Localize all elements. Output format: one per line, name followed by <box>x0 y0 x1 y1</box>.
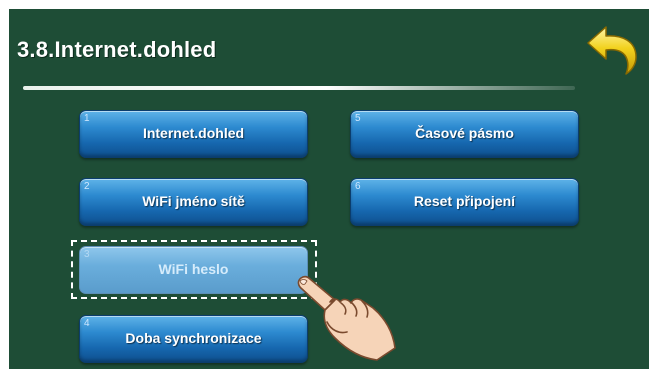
back-button[interactable] <box>582 19 642 79</box>
device-screen: 3.8.Internet.dohled 1 Internet.dohled 2 … <box>9 9 649 369</box>
button-number: 4 <box>84 318 90 329</box>
button-label: Doba synchronizace <box>125 330 262 346</box>
button-number: 3 <box>84 249 90 260</box>
button-number: 5 <box>355 113 361 124</box>
page-title: 3.8.Internet.dohled <box>17 37 217 62</box>
button-number: 6 <box>355 181 361 192</box>
sync-interval-button[interactable]: 4 Doba synchronizace <box>79 315 308 363</box>
wifi-password-button[interactable]: 3 WiFi heslo <box>79 246 308 294</box>
button-label: Internet.dohled <box>142 125 245 141</box>
back-arrow-icon <box>587 26 637 75</box>
wifi-network-name-button[interactable]: 2 WiFi jméno sítě <box>79 178 308 226</box>
reset-connection-button[interactable]: 6 Reset připojení <box>350 178 579 226</box>
button-number: 1 <box>84 113 90 124</box>
pointing-hand-icon <box>297 275 396 361</box>
title-divider <box>23 86 575 90</box>
button-label: Reset připojení <box>413 193 516 209</box>
button-number: 2 <box>84 181 90 192</box>
button-label: WiFi jméno sítě <box>142 193 245 209</box>
button-label: Časové pásmo <box>415 125 514 141</box>
button-label: WiFi heslo <box>158 261 229 277</box>
time-zone-button[interactable]: 5 Časové pásmo <box>350 110 579 158</box>
internet-dohled-button[interactable]: 1 Internet.dohled <box>79 110 308 158</box>
